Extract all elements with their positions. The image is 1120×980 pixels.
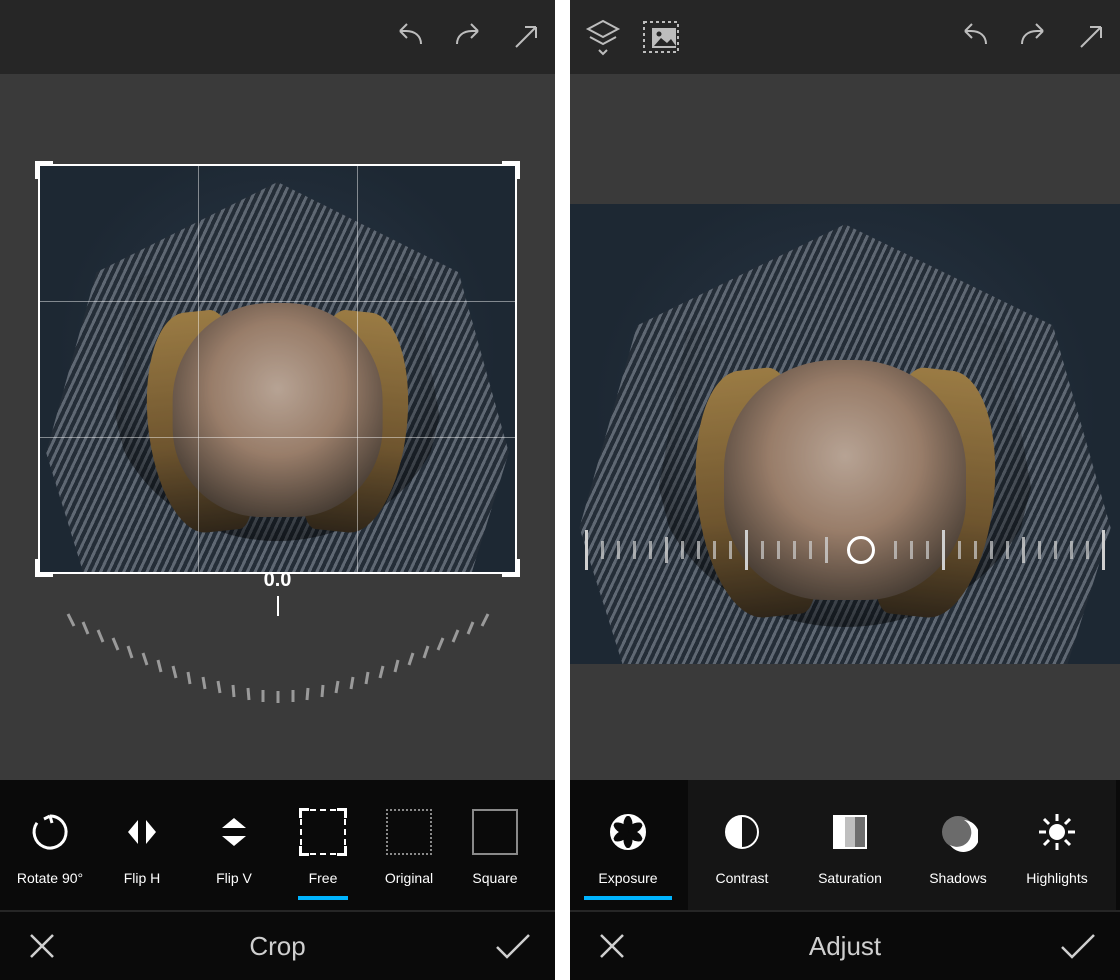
redo-button[interactable] bbox=[1010, 14, 1056, 60]
confirm-button[interactable] bbox=[1056, 924, 1100, 968]
saturation-icon bbox=[796, 804, 904, 860]
shadows-icon bbox=[904, 804, 1012, 860]
fullscreen-button[interactable] bbox=[1068, 14, 1114, 60]
photo-preview bbox=[570, 204, 1120, 664]
fullscreen-button[interactable] bbox=[503, 14, 549, 60]
crop-frame[interactable] bbox=[38, 164, 517, 574]
contrast-icon bbox=[688, 804, 796, 860]
undo-button[interactable] bbox=[952, 14, 998, 60]
adjust-topbar bbox=[570, 0, 1120, 74]
aspect-original-button[interactable]: Original bbox=[366, 804, 452, 886]
adjust-slider[interactable] bbox=[570, 520, 1120, 580]
tab-highlights[interactable]: Highlights bbox=[1012, 804, 1102, 886]
adjust-tab-strip: Contrast Saturation Shadows bbox=[688, 780, 1116, 910]
highlights-icon bbox=[1012, 804, 1102, 860]
mode-label-adjust: Adjust bbox=[809, 931, 881, 962]
cancel-button[interactable] bbox=[20, 924, 64, 968]
rotate-icon bbox=[4, 804, 96, 860]
crop-topbar bbox=[0, 0, 555, 74]
redo-button[interactable] bbox=[445, 14, 491, 60]
flip-horizontal-icon bbox=[96, 804, 188, 860]
flipv-button[interactable]: Flip V bbox=[188, 804, 280, 886]
crop-toolstrip: Rotate 90° Flip H Flip V Free Origin bbox=[0, 780, 555, 910]
adjust-footer: Adjust bbox=[570, 910, 1120, 980]
crop-handle-tr[interactable] bbox=[502, 161, 520, 179]
crop-canvas[interactable]: 0.0 bbox=[0, 74, 555, 780]
crop-footer: Crop bbox=[0, 910, 555, 980]
flip-vertical-icon bbox=[188, 804, 280, 860]
adjust-pane: Exposure Contrast Saturation bbox=[570, 0, 1120, 980]
exposure-icon bbox=[574, 804, 682, 860]
aspect-square-button[interactable]: Square bbox=[452, 804, 538, 886]
tab-saturation[interactable]: Saturation bbox=[796, 804, 904, 886]
fliph-button[interactable]: Flip H bbox=[96, 804, 188, 886]
crop-pane: 0.0 bbox=[0, 0, 555, 980]
aspect-free-icon bbox=[280, 804, 366, 860]
photo-preview bbox=[38, 164, 517, 574]
crop-handle-tl[interactable] bbox=[35, 161, 53, 179]
aspect-original-icon bbox=[366, 804, 452, 860]
aspect-square-icon bbox=[452, 804, 538, 860]
cancel-button[interactable] bbox=[590, 924, 634, 968]
tab-contrast[interactable]: Contrast bbox=[688, 804, 796, 886]
slider-ticks bbox=[585, 530, 1105, 570]
adjust-canvas[interactable] bbox=[570, 74, 1120, 780]
adjust-toolstrip: Exposure Contrast Saturation bbox=[570, 780, 1120, 910]
background-image-button[interactable] bbox=[638, 14, 684, 60]
rotation-dial[interactable]: 0.0 bbox=[48, 569, 508, 731]
rotate90-button[interactable]: Rotate 90° bbox=[4, 804, 96, 886]
layers-button[interactable] bbox=[580, 14, 626, 60]
rotation-dial-arc[interactable] bbox=[48, 606, 508, 726]
aspect-free-button[interactable]: Free bbox=[280, 804, 366, 886]
undo-button[interactable] bbox=[387, 14, 433, 60]
tab-exposure[interactable]: Exposure bbox=[574, 804, 682, 886]
confirm-button[interactable] bbox=[491, 924, 535, 968]
mode-label-crop: Crop bbox=[249, 931, 305, 962]
rotation-value: 0.0 bbox=[48, 569, 508, 592]
tab-shadows[interactable]: Shadows bbox=[904, 804, 1012, 886]
slider-thumb[interactable] bbox=[847, 536, 875, 564]
